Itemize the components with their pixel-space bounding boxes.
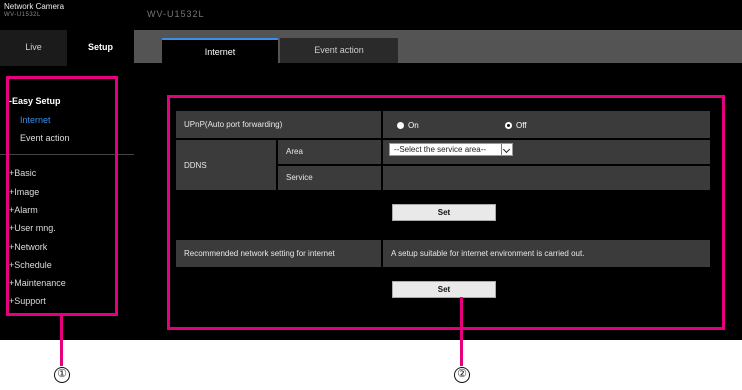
brand-name: Network Camera (4, 2, 65, 11)
tab-event-action-label: Event action (314, 45, 364, 55)
callout-frame-1 (6, 76, 118, 316)
brand-logo: Network Camera WV-U1532L (4, 2, 64, 20)
tab-internet[interactable]: Internet (162, 38, 278, 63)
header-bar: Network Camera WV-U1532L WV-U1532L (0, 0, 742, 30)
tab-live-label: Live (25, 42, 42, 52)
sidebar: Live Setup -Easy Setup Internet Event ac… (0, 30, 134, 340)
callout-number-2: ② (454, 367, 470, 383)
tab-internet-label: Internet (204, 47, 236, 57)
callout-frame-2 (167, 95, 725, 330)
callout-leader-1 (60, 316, 63, 366)
tab-event-action[interactable]: Event action (280, 38, 398, 63)
tab-setup-label: Setup (87, 42, 113, 52)
main-panel: Internet Event action UPnP(Auto port for… (134, 30, 742, 340)
callout-number-1: ① (54, 367, 70, 383)
callout-leader-2 (460, 297, 463, 366)
brand-model: WV-U1532L (4, 12, 41, 18)
tab-live[interactable]: Live (0, 30, 67, 66)
tab-setup[interactable]: Setup (67, 30, 134, 66)
settings-content: UPnP(Auto port forwarding) On Off DDNS A… (134, 63, 742, 340)
model-name: WV-U1532L (147, 9, 205, 19)
